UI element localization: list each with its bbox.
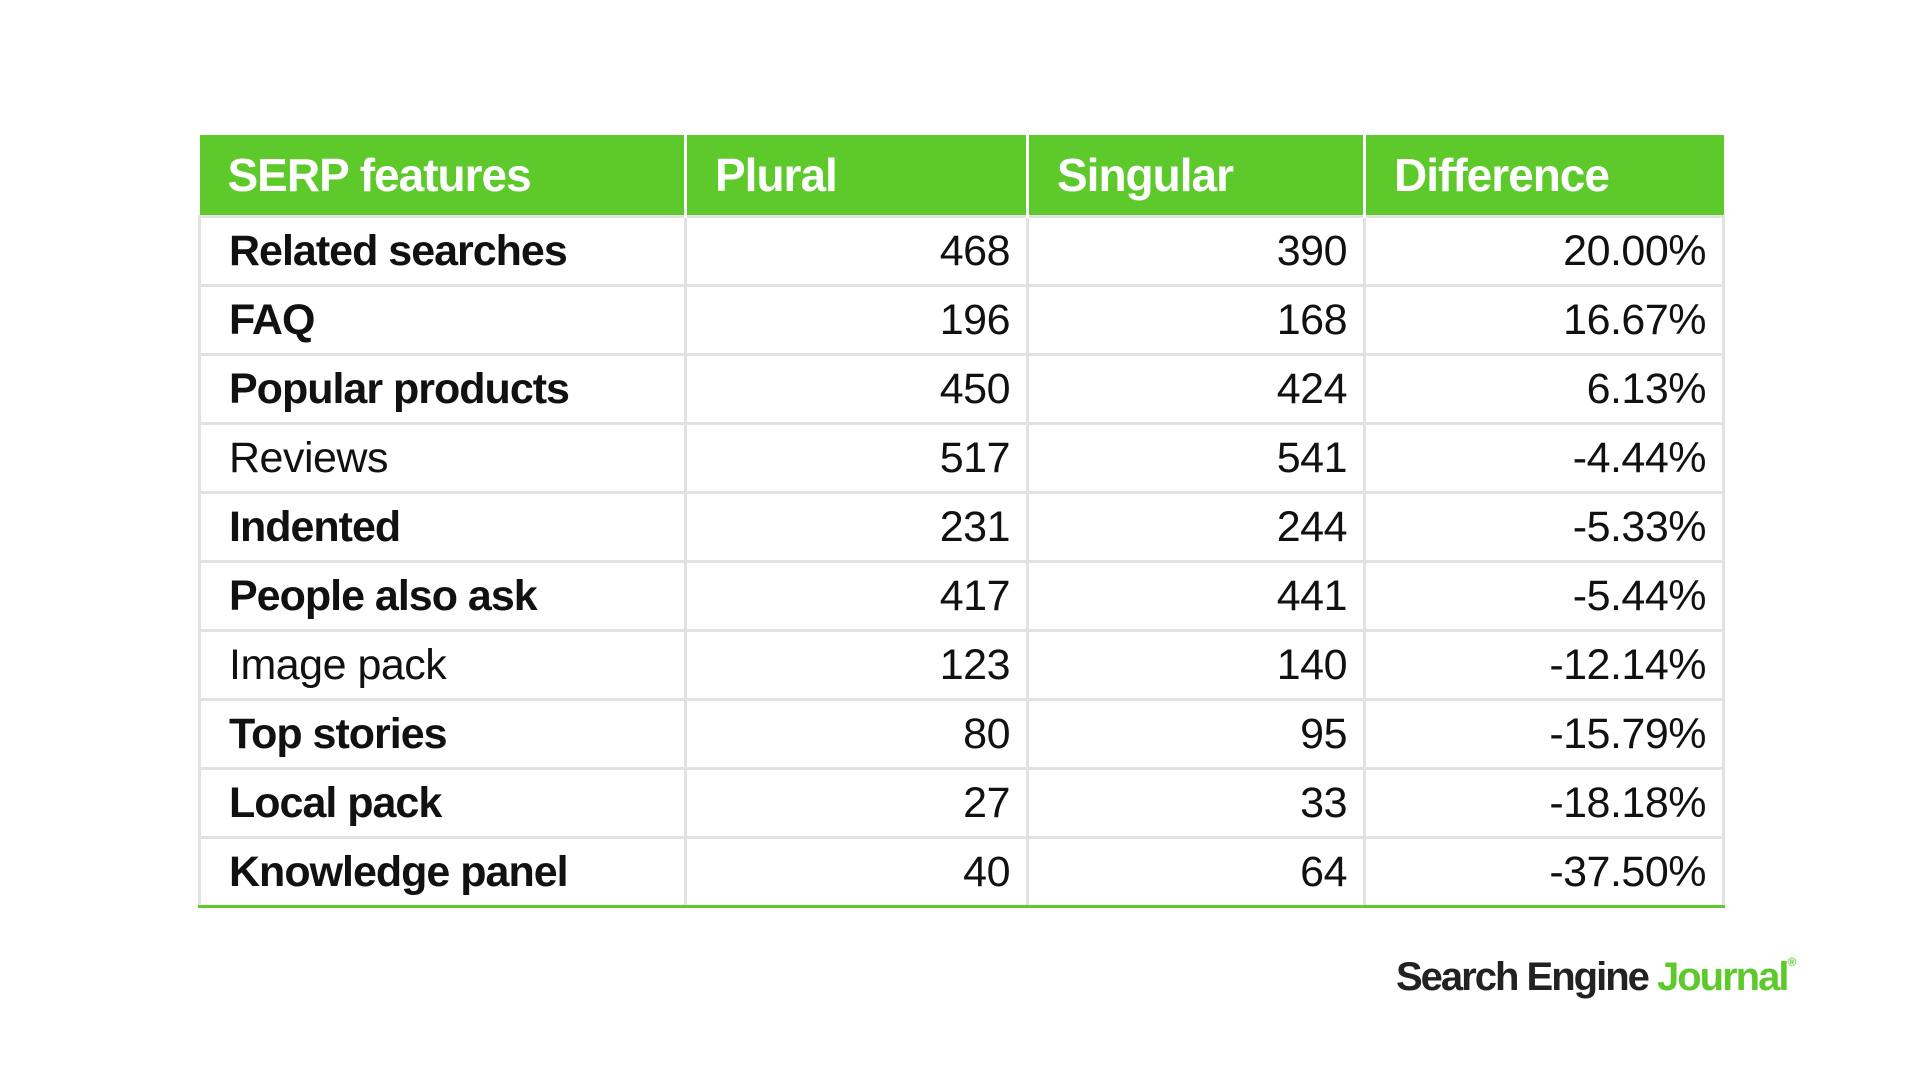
- feature-cell: Top stories: [198, 698, 687, 770]
- feature-cell: People also ask: [198, 560, 687, 632]
- difference-cell: 20.00%: [1363, 215, 1725, 287]
- feature-cell: FAQ: [198, 284, 687, 356]
- feature-cell: Reviews: [198, 422, 687, 494]
- singular-cell: 244: [1026, 491, 1366, 563]
- table-row: Related searches 468 390 20.00%: [198, 215, 1725, 287]
- difference-cell: -5.33%: [1363, 491, 1725, 563]
- logo-text-accent: Journal: [1656, 955, 1789, 999]
- plural-cell: 450: [684, 353, 1029, 425]
- singular-cell: 424: [1026, 353, 1366, 425]
- plural-cell: 123: [684, 629, 1029, 701]
- plural-cell: 80: [684, 698, 1029, 770]
- plural-cell: 27: [684, 767, 1029, 839]
- singular-cell: 390: [1026, 215, 1366, 287]
- table-row: Knowledge panel 40 64 -37.50%: [198, 836, 1725, 908]
- difference-cell: 6.13%: [1363, 353, 1725, 425]
- feature-cell: Knowledge panel: [198, 836, 687, 908]
- table-row: Image pack 123 140 -12.14%: [198, 629, 1725, 701]
- feature-cell: Popular products: [198, 353, 687, 425]
- difference-cell: -18.18%: [1363, 767, 1725, 839]
- table-row: People also ask 417 441 -5.44%: [198, 560, 1725, 632]
- singular-cell: 140: [1026, 629, 1366, 701]
- serp-features-table: SERP features Plural Singular Difference…: [198, 135, 1725, 908]
- difference-cell: -37.50%: [1363, 836, 1725, 908]
- registered-mark: ®: [1787, 955, 1796, 969]
- table-row: Top stories 80 95 -15.79%: [198, 698, 1725, 770]
- feature-cell: Image pack: [198, 629, 687, 701]
- table-row: Popular products 450 424 6.13%: [198, 353, 1725, 425]
- plural-cell: 40: [684, 836, 1029, 908]
- table-row: Local pack 27 33 -18.18%: [198, 767, 1725, 839]
- singular-cell: 95: [1026, 698, 1366, 770]
- header-row: SERP features Plural Singular Difference: [199, 135, 1724, 217]
- table-row: FAQ 196 168 16.67%: [198, 284, 1725, 356]
- table-row: Indented 231 244 -5.33%: [198, 491, 1725, 563]
- singular-cell: 64: [1026, 836, 1366, 908]
- header-plural: Plural: [685, 135, 1029, 217]
- plural-cell: 417: [684, 560, 1029, 632]
- feature-cell: Local pack: [198, 767, 687, 839]
- singular-cell: 168: [1026, 284, 1366, 356]
- singular-cell: 441: [1026, 560, 1366, 632]
- difference-cell: -15.79%: [1363, 698, 1725, 770]
- difference-cell: -5.44%: [1363, 560, 1725, 632]
- header-serp-features: SERP features: [199, 135, 687, 217]
- difference-cell: 16.67%: [1363, 284, 1725, 356]
- search-engine-journal-logo: Search Engine Journal®: [1396, 955, 1796, 1000]
- feature-cell: Related searches: [198, 215, 687, 287]
- plural-cell: 196: [684, 284, 1029, 356]
- header-difference: Difference: [1364, 135, 1724, 217]
- singular-cell: 33: [1026, 767, 1366, 839]
- difference-cell: -12.14%: [1363, 629, 1725, 701]
- header-singular: Singular: [1027, 135, 1366, 217]
- feature-cell: Indented: [198, 491, 687, 563]
- plural-cell: 517: [684, 422, 1029, 494]
- logo-text: Search Engine: [1396, 955, 1657, 999]
- plural-cell: 231: [684, 491, 1029, 563]
- plural-cell: 468: [684, 215, 1029, 287]
- difference-cell: -4.44%: [1363, 422, 1725, 494]
- table-row: Reviews 517 541 -4.44%: [198, 422, 1725, 494]
- singular-cell: 541: [1026, 422, 1366, 494]
